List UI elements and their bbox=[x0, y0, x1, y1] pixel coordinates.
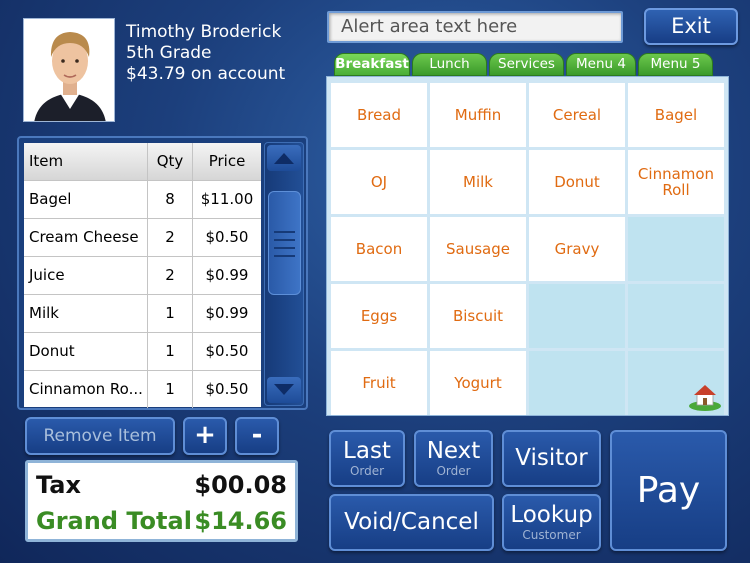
row-qty: 1 bbox=[148, 333, 193, 370]
menu-item-milk[interactable]: Milk bbox=[430, 150, 526, 214]
table-row[interactable]: Juice 2 $0.99 bbox=[24, 257, 261, 295]
tab-menu-4[interactable]: Menu 4 bbox=[566, 53, 636, 76]
menu-empty-slot bbox=[529, 351, 625, 415]
menu-item-sausage[interactable]: Sausage bbox=[430, 217, 526, 281]
row-price: $0.50 bbox=[205, 380, 249, 398]
tab-lunch[interactable]: Lunch bbox=[412, 53, 487, 76]
last-order-label: Last bbox=[343, 438, 391, 464]
order-panel: Item Qty Price Bagel 8 $11.00 Cream Chee… bbox=[17, 136, 308, 410]
last-order-button[interactable]: Last Order bbox=[329, 430, 405, 487]
exit-button[interactable]: Exit bbox=[644, 8, 738, 45]
table-row[interactable]: Cream Cheese 2 $0.50 bbox=[24, 219, 261, 257]
menu-item-bacon[interactable]: Bacon bbox=[331, 217, 427, 281]
visitor-label: Visitor bbox=[515, 445, 588, 471]
column-header-price[interactable]: Price bbox=[193, 143, 261, 180]
menu-item-cereal[interactable]: Cereal bbox=[529, 83, 625, 147]
row-item: Bagel bbox=[24, 181, 148, 218]
tab-services[interactable]: Services bbox=[489, 53, 564, 76]
next-order-button[interactable]: Next Order bbox=[414, 430, 493, 487]
menu-empty-slot bbox=[529, 284, 625, 348]
menu-item-bread[interactable]: Bread bbox=[331, 83, 427, 147]
menu-panel: Bread Muffin Cereal Bagel OJ Milk Donut … bbox=[326, 76, 729, 416]
tax-value: $00.08 bbox=[194, 471, 287, 499]
next-order-sublabel: Order bbox=[436, 464, 471, 478]
lookup-label: Lookup bbox=[510, 502, 593, 528]
menu-item-fruit[interactable]: Fruit bbox=[331, 351, 427, 415]
table-row[interactable]: Bagel 8 $11.00 bbox=[24, 181, 261, 219]
menu-item-muffin[interactable]: Muffin bbox=[430, 83, 526, 147]
grand-total-line: Grand Total $14.66 bbox=[36, 507, 287, 537]
column-header-item[interactable]: Item bbox=[24, 143, 148, 180]
row-qty: 2 bbox=[148, 257, 193, 294]
row-price: $0.50 bbox=[205, 342, 249, 360]
grand-total-label: Grand Total bbox=[36, 507, 192, 535]
decrease-qty-button[interactable]: - bbox=[235, 417, 279, 455]
row-item: Juice bbox=[24, 257, 148, 294]
home-icon[interactable] bbox=[688, 381, 722, 411]
row-price: $0.99 bbox=[205, 266, 249, 284]
menu-tabs: Breakfast Lunch Services Menu 4 Menu 5 bbox=[334, 53, 734, 76]
row-price: $11.00 bbox=[200, 190, 254, 208]
row-item: Cinnamon Ro... bbox=[24, 371, 148, 408]
tax-label: Tax bbox=[36, 471, 81, 499]
increase-qty-button[interactable]: + bbox=[183, 417, 227, 455]
triangle-down-icon bbox=[274, 384, 294, 395]
order-table: Item Qty Price Bagel 8 $11.00 Cream Chee… bbox=[24, 143, 261, 409]
row-qty: 8 bbox=[148, 181, 193, 218]
scroll-down-button[interactable] bbox=[267, 377, 301, 403]
lookup-sublabel: Customer bbox=[522, 528, 581, 542]
menu-empty-slot bbox=[628, 217, 724, 281]
table-row[interactable]: Donut 1 $0.50 bbox=[24, 333, 261, 371]
customer-grade: 5th Grade bbox=[126, 43, 212, 63]
row-qty: 1 bbox=[148, 371, 193, 408]
last-order-sublabel: Order bbox=[349, 464, 385, 478]
customer-photo bbox=[23, 18, 115, 122]
row-price: $0.50 bbox=[205, 228, 249, 246]
row-item: Donut bbox=[24, 333, 148, 370]
lookup-customer-button[interactable]: Lookup Customer bbox=[502, 494, 601, 551]
row-price: $0.99 bbox=[205, 304, 249, 322]
customer-name: Timothy Broderick bbox=[126, 22, 282, 42]
tab-menu-5[interactable]: Menu 5 bbox=[638, 53, 713, 76]
customer-balance: $43.79 on account bbox=[126, 64, 286, 84]
table-row[interactable]: Milk 1 $0.99 bbox=[24, 295, 261, 333]
triangle-up-icon bbox=[274, 153, 294, 164]
void-cancel-label: Void/Cancel bbox=[344, 509, 479, 535]
menu-item-gravy[interactable]: Gravy bbox=[529, 217, 625, 281]
row-qty: 2 bbox=[148, 219, 193, 256]
table-row[interactable]: Cinnamon Ro... 1 $0.50 bbox=[24, 371, 261, 409]
customer-info: Timothy Broderick 5th Grade $43.79 on ac… bbox=[126, 22, 285, 85]
remove-item-button[interactable]: Remove Item bbox=[25, 417, 175, 455]
menu-item-eggs[interactable]: Eggs bbox=[331, 284, 427, 348]
row-item: Cream Cheese bbox=[24, 219, 148, 256]
menu-item-yogurt[interactable]: Yogurt bbox=[430, 351, 526, 415]
menu-item-bagel[interactable]: Bagel bbox=[628, 83, 724, 147]
row-qty: 1 bbox=[148, 295, 193, 332]
totals-panel: Tax $00.08 Grand Total $14.66 bbox=[25, 460, 298, 542]
table-header: Item Qty Price bbox=[24, 143, 261, 181]
visitor-button[interactable]: Visitor bbox=[502, 430, 601, 487]
void-cancel-button[interactable]: Void/Cancel bbox=[329, 494, 494, 551]
menu-item-biscuit[interactable]: Biscuit bbox=[430, 284, 526, 348]
grip-lines-icon bbox=[274, 231, 295, 257]
scroll-thumb[interactable] bbox=[268, 191, 301, 295]
alert-area: Alert area text here bbox=[327, 11, 623, 43]
row-item: Milk bbox=[24, 295, 148, 332]
menu-empty-slot bbox=[628, 284, 724, 348]
grand-total-value: $14.66 bbox=[194, 507, 287, 535]
column-header-qty[interactable]: Qty bbox=[148, 143, 193, 180]
next-order-label: Next bbox=[426, 438, 481, 464]
menu-item-donut[interactable]: Donut bbox=[529, 150, 625, 214]
order-scrollbar[interactable] bbox=[264, 142, 304, 406]
scroll-up-button[interactable] bbox=[267, 145, 301, 171]
menu-item-cinnamon-roll[interactable]: Cinnamon Roll bbox=[628, 150, 724, 214]
menu-item-oj[interactable]: OJ bbox=[331, 150, 427, 214]
pay-label: Pay bbox=[636, 469, 701, 511]
pay-button[interactable]: Pay bbox=[610, 430, 727, 551]
tab-breakfast[interactable]: Breakfast bbox=[334, 53, 410, 76]
tax-line: Tax $00.08 bbox=[36, 471, 287, 501]
